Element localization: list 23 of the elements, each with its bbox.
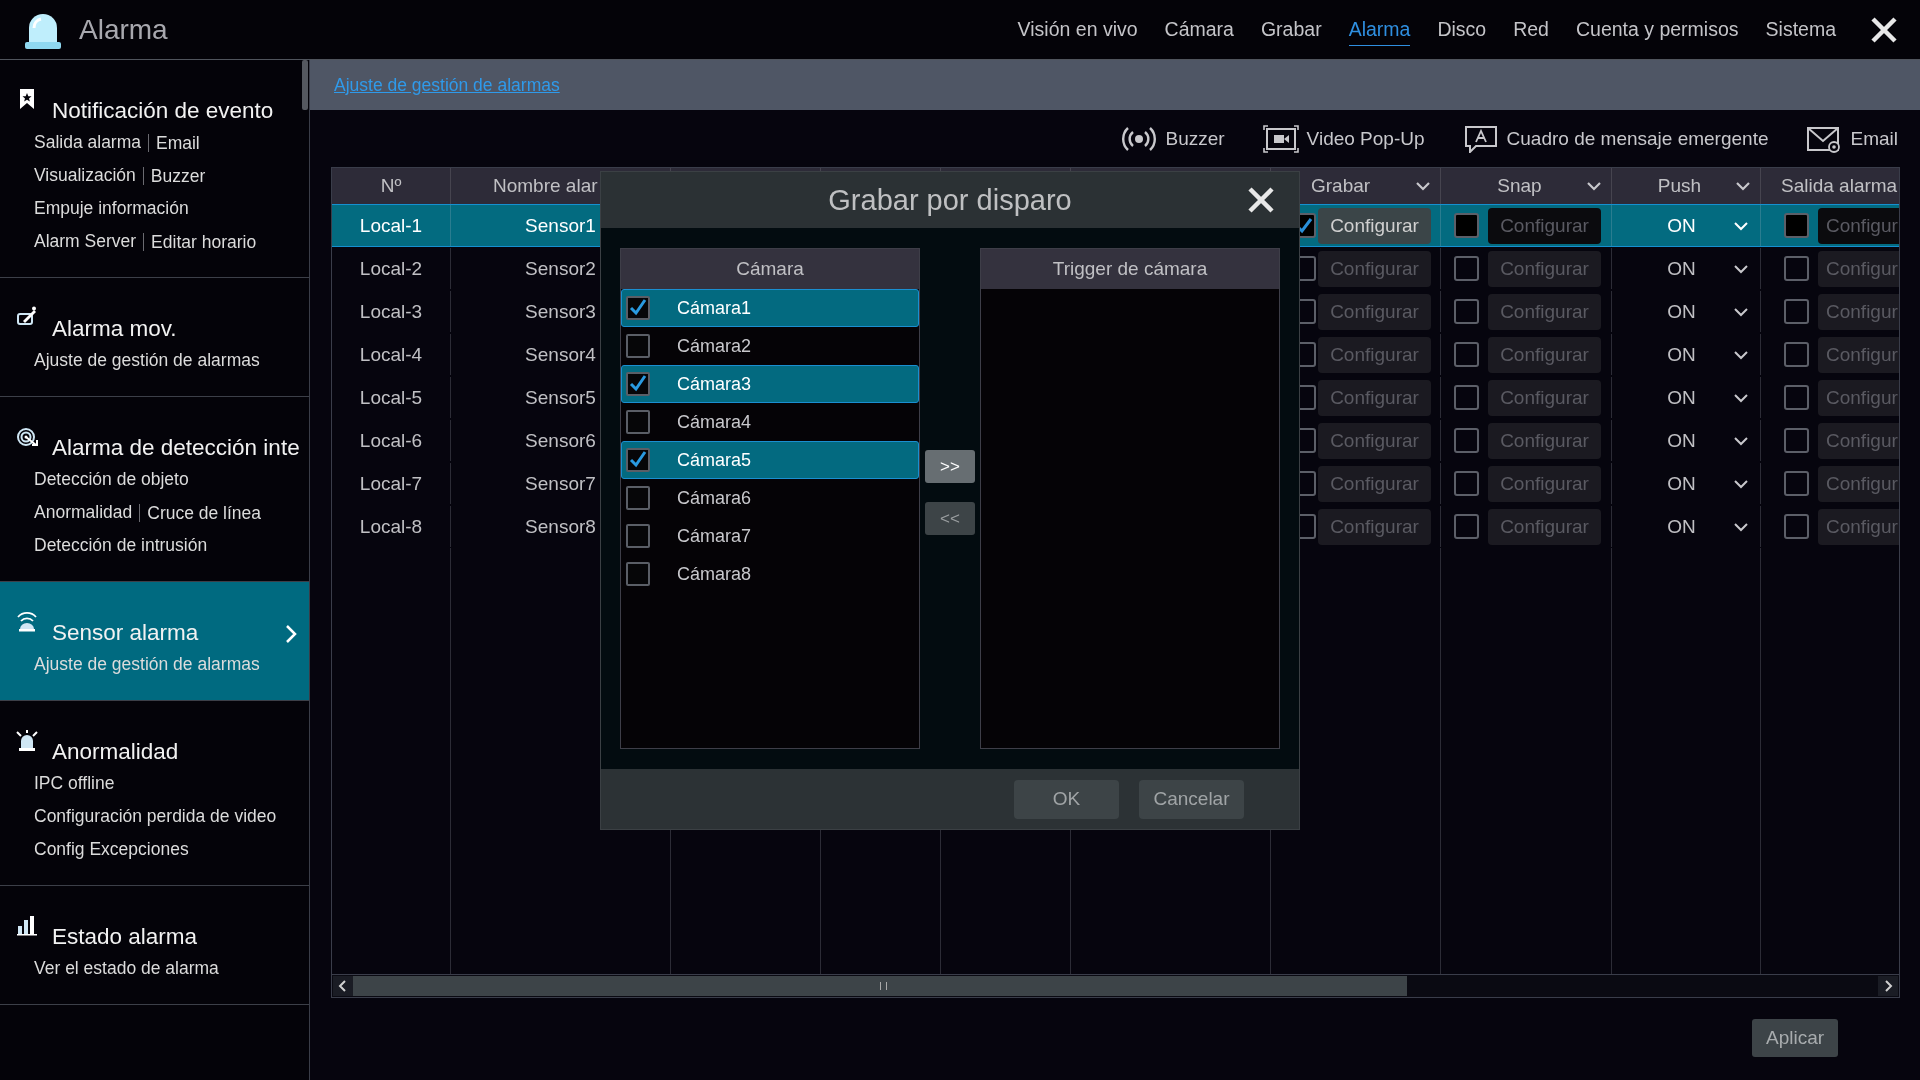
column-header: Salida alarma bbox=[1781, 175, 1898, 197]
table-cell: Sensor1 bbox=[525, 214, 596, 237]
table-cell: Local-8 bbox=[359, 515, 423, 538]
panel-heading: Trigger de cámara bbox=[1052, 258, 1208, 280]
table-cell: Local-2 bbox=[359, 257, 423, 280]
table-cell: Local-4 bbox=[359, 343, 423, 366]
table-cell: Sensor3 bbox=[525, 300, 596, 323]
table-cell: Local-5 bbox=[359, 386, 423, 409]
table-cell: Local-3 bbox=[359, 300, 423, 323]
table-cell: Local-7 bbox=[359, 472, 423, 495]
table-cell: Local-1 bbox=[359, 214, 423, 237]
column-header: Nombre alar bbox=[493, 175, 598, 197]
table-cell: Sensor6 bbox=[525, 429, 596, 452]
table-cell: Local-6 bbox=[359, 429, 423, 452]
table-cell: Sensor8 bbox=[525, 515, 596, 538]
table-cell: Sensor2 bbox=[525, 257, 596, 280]
app-title: Alarma bbox=[79, 13, 168, 46]
panel-heading: Cámara bbox=[736, 258, 804, 280]
table-cell: Sensor4 bbox=[525, 343, 596, 366]
dialog-title: Grabar por disparo bbox=[828, 183, 1072, 217]
table-cell: Sensor7 bbox=[525, 472, 596, 495]
table-cell: Sensor5 bbox=[525, 386, 596, 409]
column-header: Nº bbox=[380, 175, 402, 197]
